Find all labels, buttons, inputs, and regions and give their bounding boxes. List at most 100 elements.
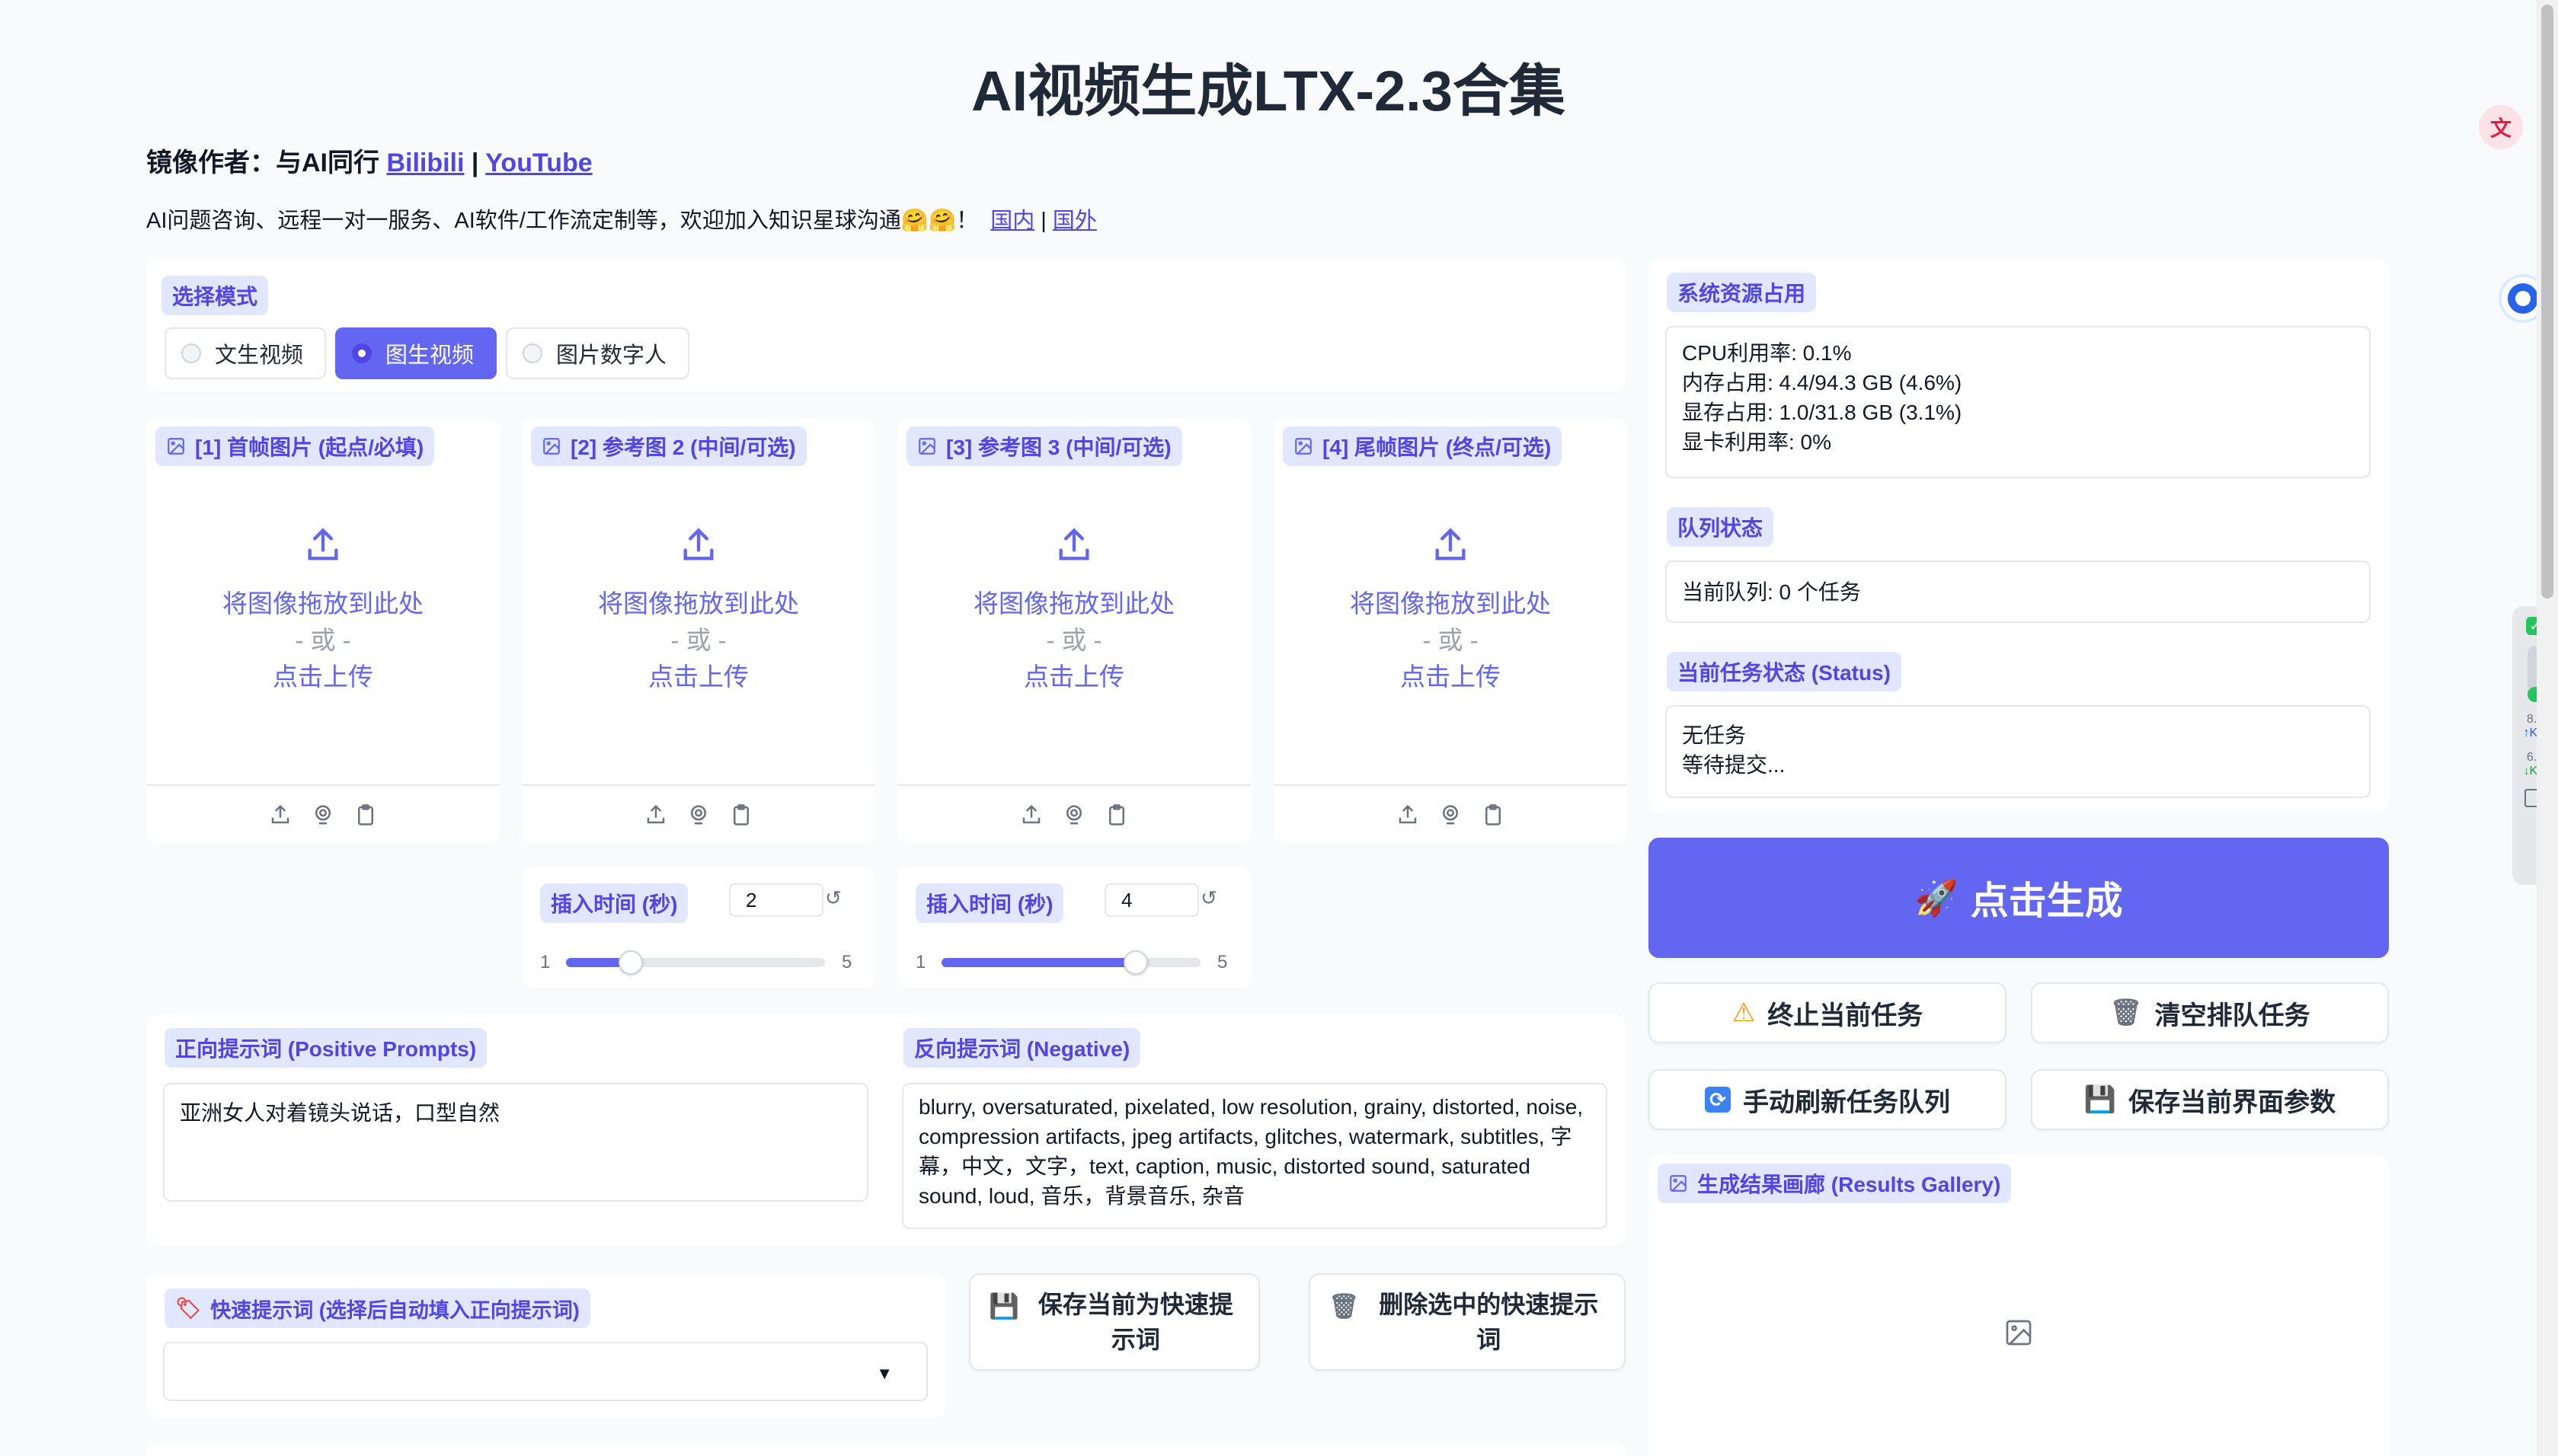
upload-toolbar <box>522 784 875 844</box>
upload-panel-4[interactable]: [4] 尾帧图片 (终点/可选) 将图像拖放到此处 - 或 - 点击上传 <box>1274 417 1627 844</box>
image-icon <box>543 438 560 455</box>
results-gallery-label: 生成结果画廊 (Results Gallery) <box>1658 1164 2012 1203</box>
image-icon <box>1295 438 1312 455</box>
system-resource-box: CPU利用率: 0.1% 内存占用: 4.4/94.3 GB (4.6%) 显存… <box>1665 326 2371 478</box>
drop-text: 将图像拖放到此处 <box>974 589 1175 618</box>
upload-icon[interactable] <box>269 803 292 826</box>
reset-icon[interactable]: ↺ <box>1201 886 1217 910</box>
clipboard-icon[interactable] <box>1105 803 1128 826</box>
upload-toolbar <box>897 784 1251 844</box>
mode-option-image-avatar[interactable]: 图片数字人 <box>506 327 690 379</box>
floppy-disk-icon: 💾 <box>989 1292 1019 1320</box>
queue-status-label: 队列状态 <box>1667 507 1774 547</box>
radio-dot <box>352 343 372 363</box>
upload-panel-3[interactable]: [3] 参考图 3 (中间/可选) 将图像拖放到此处 - 或 - 点击上传 <box>897 417 1251 844</box>
upload-icon <box>308 528 338 560</box>
save-quick-prompt-button[interactable]: 💾 保存当前为快速提示词 <box>969 1273 1260 1371</box>
slider-knob[interactable] <box>1124 950 1148 975</box>
queue-status-box: 当前队列: 0 个任务 <box>1665 560 2371 623</box>
webcam-icon[interactable] <box>312 803 334 826</box>
slider-max: 5 <box>1217 952 1228 972</box>
task-status-line1: 无任务 <box>1682 723 1747 747</box>
mode-option-text-to-video[interactable]: 文生视频 <box>165 327 327 379</box>
youtube-link[interactable]: YouTube <box>485 148 592 177</box>
floppy-disk-icon: 💾 <box>2083 1085 2117 1114</box>
domestic-link[interactable]: 国内 <box>990 209 1034 233</box>
stop-task-button[interactable]: ⚠ 终止当前任务 <box>1648 982 2006 1043</box>
upload-label: [4] 尾帧图片 (终点/可选) <box>1283 426 1562 466</box>
upload-icon[interactable] <box>1396 803 1419 826</box>
click-upload-text: 点击上传 <box>648 663 749 691</box>
image-icon <box>168 438 184 455</box>
wastebasket-icon: 🗑 <box>2109 998 2143 1027</box>
or-text: - 或 - <box>295 626 351 654</box>
mode-option-image-to-video[interactable]: 图生视频 <box>335 327 497 379</box>
webcam-icon[interactable] <box>687 803 710 826</box>
insert-time-input[interactable]: 4 <box>1105 883 1199 917</box>
upload-icon[interactable] <box>644 803 667 826</box>
chevron-down-icon: ▼ <box>876 1364 893 1383</box>
reset-icon[interactable]: ↺ <box>825 886 842 910</box>
generate-button[interactable]: 🚀 点击生成 <box>1648 838 2389 958</box>
task-status-line2: 等待提交... <box>1682 753 1786 777</box>
insert-time-panel-2: 插入时间 (秒) 4 ↺ 1 5 <box>897 867 1251 988</box>
clear-queue-button[interactable]: 🗑 清空排队任务 <box>2031 982 2389 1043</box>
slider-knob[interactable] <box>619 950 643 975</box>
insert-time-input[interactable]: 2 <box>729 883 823 917</box>
click-upload-text: 点击上传 <box>1400 663 1501 691</box>
image-icon <box>1670 1175 1687 1192</box>
insert-time-slider[interactable] <box>566 950 825 975</box>
warning-icon: ⚠ <box>1731 998 1756 1027</box>
system-resource-label: 系统资源占用 <box>1667 273 1817 312</box>
task-status-box: 无任务 等待提交... <box>1665 705 2371 798</box>
description-line: AI问题咨询、远程一对一服务、AI软件/工作流定制等，欢迎加入知识星球沟通🤗🤗！… <box>146 203 1097 235</box>
click-upload-text: 点击上传 <box>1024 663 1124 691</box>
separator: | <box>1041 209 1047 233</box>
page-title: AI视频生成LTX-2.3合集 <box>971 59 1565 123</box>
upload-label: [2] 参考图 2 (中间/可选) <box>531 426 807 466</box>
upload-icon[interactable] <box>1020 803 1043 826</box>
refresh-queue-button[interactable]: ⟳ 手动刷新任务队列 <box>1648 1069 2006 1130</box>
clipboard-icon[interactable] <box>354 803 377 826</box>
quick-prompt-label: 🏷 快速提示词 (选择后自动填入正向提示词) <box>165 1288 590 1328</box>
image-icon <box>919 438 935 455</box>
insert-time-slider[interactable] <box>942 950 1201 975</box>
wastebasket-icon: 🗑 <box>1329 1292 1360 1320</box>
translate-icon[interactable]: 文 <box>2479 105 2523 149</box>
delete-quick-prompt-button[interactable]: 🗑 删除选中的快速提示词 <box>1309 1273 1626 1371</box>
cpu-usage: CPU利用率: 0.1% <box>1682 341 1852 365</box>
webcam-icon[interactable] <box>1439 803 1462 826</box>
upload-panel-1[interactable]: [1] 首帧图片 (起点/必填) 将图像拖放到此处 - 或 - 点击上传 <box>146 417 500 844</box>
or-text: - 或 - <box>1422 626 1479 654</box>
negative-prompt-textarea[interactable]: blurry, oversaturated, pixelated, low re… <box>902 1083 1607 1229</box>
upload-icon <box>1435 528 1466 560</box>
upload-icon <box>1059 528 1089 560</box>
upload-label: [1] 首帧图片 (起点/必填) <box>155 426 435 466</box>
tag-icon: 🏷 <box>175 1297 202 1320</box>
upload-panel-2[interactable]: [2] 参考图 2 (中间/可选) 将图像拖放到此处 - 或 - 点击上传 <box>522 417 875 844</box>
bilibili-link[interactable]: Bilibili <box>386 148 464 177</box>
insert-time-label: 插入时间 (秒) <box>916 883 1064 923</box>
positive-prompt-textarea[interactable]: 亚洲女人对着镜头说话，口型自然 <box>163 1083 868 1202</box>
drop-text: 将图像拖放到此处 <box>598 589 799 618</box>
negative-prompt-label: 反向提示词 (Negative) <box>903 1028 1141 1068</box>
upload-toolbar <box>1274 784 1627 844</box>
scrollbar[interactable] <box>2537 0 2558 1456</box>
save-params-button[interactable]: 💾 保存当前界面参数 <box>2031 1069 2389 1130</box>
scrollbar-thumb[interactable] <box>2541 5 2553 599</box>
overseas-link[interactable]: 国外 <box>1053 209 1097 233</box>
clipboard-icon[interactable] <box>730 803 753 826</box>
mode-label: 选择模式 <box>161 276 269 315</box>
separator: | <box>471 148 479 177</box>
clipboard-icon[interactable] <box>1482 803 1504 826</box>
upload-label: [3] 参考图 3 (中间/可选) <box>906 426 1182 466</box>
webcam-icon[interactable] <box>1063 803 1086 826</box>
radio-dot <box>181 343 201 363</box>
quick-prompt-dropdown[interactable]: ▼ <box>163 1342 928 1401</box>
slider-min: 1 <box>540 952 551 972</box>
chat-icon <box>2508 283 2538 314</box>
bottom-panel-edge <box>146 1441 1626 1456</box>
vram-usage: 显存占用: 1.0/31.8 GB (3.1%) <box>1682 401 1962 424</box>
description-text: AI问题咨询、远程一对一服务、AI软件/工作流定制等，欢迎加入知识星球沟通🤗🤗！ <box>146 209 979 233</box>
refresh-icon: ⟳ <box>1705 1087 1731 1113</box>
